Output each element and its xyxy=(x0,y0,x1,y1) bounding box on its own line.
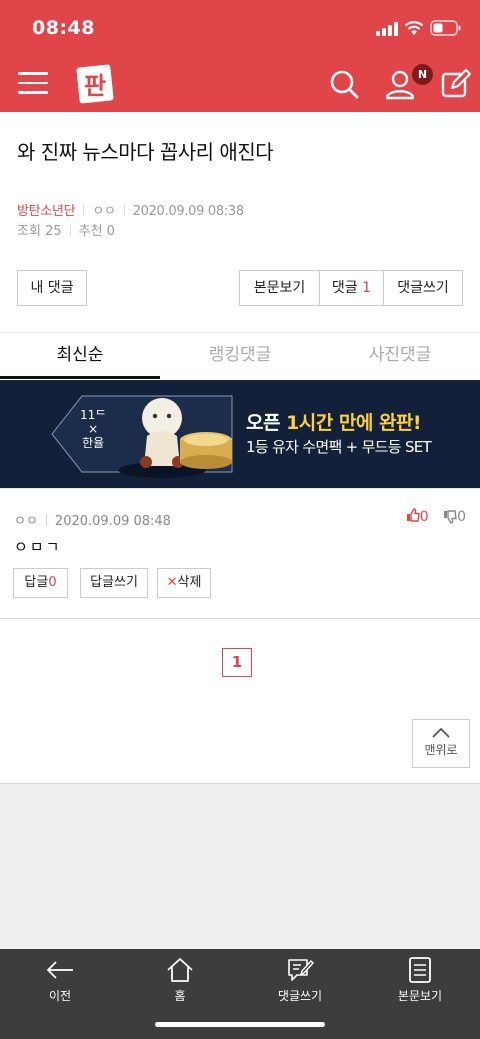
brand-line2: × xyxy=(88,422,99,436)
downvote-count: 0 xyxy=(457,509,466,525)
comment-date: 2020.09.09 08:48 xyxy=(54,514,171,529)
bottom-nav-home-label: 홈 xyxy=(174,989,186,1003)
comment-body: ㅇㅁㄱ xyxy=(14,538,62,556)
downvote-button[interactable]: 0 xyxy=(443,509,466,525)
notification-badge: N xyxy=(412,64,433,85)
bottom-nav-write-comment[interactable]: 댓글쓰기 xyxy=(240,957,360,1004)
view-body-button[interactable]: 본문보기 xyxy=(240,271,320,305)
comments-count: 1 xyxy=(362,280,372,296)
write-post-icon[interactable] xyxy=(440,68,472,100)
post-action-group: 본문보기 댓글 1 댓글쓰기 xyxy=(239,270,463,306)
wifi-icon xyxy=(404,21,424,35)
home-icon xyxy=(167,958,193,982)
bottom-nav-home[interactable]: 홈 xyxy=(120,957,240,1004)
delete-label: 삭제 xyxy=(177,575,202,590)
upvote-count: 0 xyxy=(419,509,429,525)
reply-count: 0 xyxy=(48,575,57,590)
home-indicator xyxy=(155,1022,325,1027)
battery-icon xyxy=(430,20,461,36)
tab-ranking[interactable]: 랭킹댓글 xyxy=(160,332,320,379)
post-nickname: ㅇㅇ xyxy=(92,204,116,219)
post-date: 2020.09.09 08:38 xyxy=(132,204,245,219)
write-comment-icon xyxy=(288,959,314,981)
bottom-nav-view-body[interactable]: 본문보기 xyxy=(360,957,480,1004)
document-icon xyxy=(409,957,431,983)
bottom-nav-back-label: 이전 xyxy=(48,989,72,1003)
banner-headline: 오픈 1시간 만에 완판! xyxy=(246,408,422,435)
comment-nickname: ㅇㅇ xyxy=(14,514,38,529)
search-icon[interactable] xyxy=(328,68,360,100)
comment-meta: ㅇㅇ 2020.09.09 08:48 xyxy=(14,510,171,529)
write-reply-button[interactable]: 답글쓰기 xyxy=(80,568,148,598)
banner-subline: 1등 유자 수면팩 + 무드등 SET xyxy=(246,438,432,456)
upvote-button[interactable]: 0 xyxy=(406,508,433,525)
page-number-current[interactable]: 1 xyxy=(222,648,252,677)
recommend-count: 0 xyxy=(106,224,115,239)
bottom-nav-back[interactable]: 이전 xyxy=(0,957,120,1004)
reply-button[interactable]: 답글0 xyxy=(13,568,68,598)
logo-text: 판 xyxy=(84,72,106,100)
post-title: 와 진짜 뉴스마다 꼽사리 애진다 xyxy=(17,140,274,164)
back-arrow-icon xyxy=(46,961,73,979)
status-bar: 08:48 xyxy=(0,0,480,58)
tab-latest[interactable]: 최신순 xyxy=(0,332,160,379)
status-time: 08:48 xyxy=(32,17,95,39)
brand-line3: 한율 xyxy=(82,436,105,450)
comments-label: 댓글 xyxy=(331,280,358,296)
delete-button[interactable]: ✕삭제 xyxy=(157,568,211,598)
write-comment-button[interactable]: 댓글쓰기 xyxy=(384,271,462,305)
views-count: 25 xyxy=(45,224,62,239)
thumbs-down-icon xyxy=(444,510,457,524)
thumbs-up-icon xyxy=(406,508,420,522)
post-author[interactable]: 방탄소년단 xyxy=(17,204,76,219)
recommend-label: 추천 xyxy=(78,224,103,239)
app-header: 08:48 판 xyxy=(0,0,480,112)
post-card: 와 진짜 뉴스마다 꼽사리 애진다 방탄소년단 ㅇㅇ 2020.09.09 08:3… xyxy=(0,112,480,784)
post-stats: 조회 25 추천 0 xyxy=(17,220,115,239)
reply-label: 답글 xyxy=(24,575,49,590)
comments-button[interactable]: 댓글 1 xyxy=(320,271,384,305)
tab-photo[interactable]: 사진댓글 xyxy=(320,332,480,379)
chevron-up-icon xyxy=(432,727,450,738)
headline-pre: 오픈 xyxy=(246,412,287,434)
banner-brand: 11ᄃ × 한율 xyxy=(80,408,106,450)
signal-icon xyxy=(376,22,398,36)
scroll-to-top-button[interactable]: 맨위로 xyxy=(412,719,470,768)
views-label: 조회 xyxy=(17,224,41,239)
brand-line1: 11ᄃ xyxy=(80,408,107,422)
bottom-nav-view-body-label: 본문보기 xyxy=(397,989,443,1003)
comment-votes: 0 0 xyxy=(406,508,466,525)
my-comments-button[interactable]: 내 댓글 xyxy=(17,270,87,306)
comment-divider xyxy=(0,618,480,619)
bottom-nav-write-comment-label: 댓글쓰기 xyxy=(277,989,323,1003)
to-top-label: 맨위로 xyxy=(424,743,458,757)
pann-logo[interactable]: 판 xyxy=(76,62,116,106)
post-meta: 방탄소년단 ㅇㅇ 2020.09.09 08:38 xyxy=(17,200,244,219)
banner-divider xyxy=(0,488,480,489)
ad-banner[interactable]: 11ᄃ × 한율 오픈 1시간 만에 완판! 1등 유자 수면팩 + 무드등 S… xyxy=(0,380,480,488)
nav-bar: 판 xyxy=(0,58,480,112)
hamburger-menu-icon[interactable] xyxy=(18,72,48,96)
headline-highlight: 1시간 만에 완판! xyxy=(286,412,422,434)
delete-icon: ✕ xyxy=(166,575,178,590)
